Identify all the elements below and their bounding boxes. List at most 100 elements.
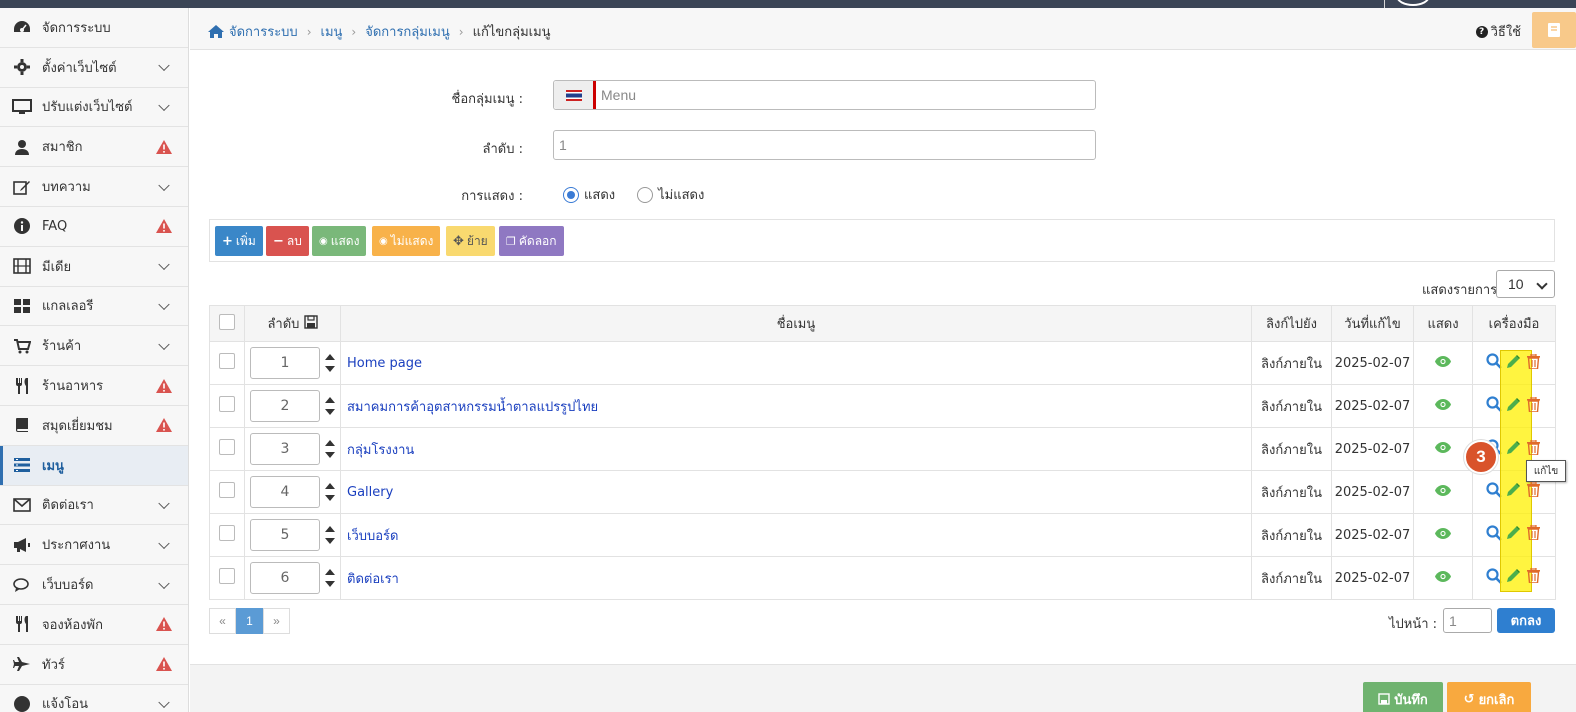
display-show-radio[interactable]: [563, 186, 579, 203]
page-current[interactable]: 1: [236, 608, 263, 634]
cancel-button[interactable]: ↺ ยกเลิก: [1447, 682, 1531, 712]
trash-icon[interactable]: [1527, 524, 1540, 541]
profile-icon[interactable]: [1396, 0, 1430, 6]
display-hide-radio[interactable]: [637, 186, 654, 203]
pencil-icon[interactable]: [1506, 354, 1521, 369]
thai-flag-icon[interactable]: [554, 81, 596, 109]
trash-icon[interactable]: [1527, 353, 1540, 370]
breadcrumb-system[interactable]: จัดการระบบ: [229, 21, 298, 42]
order-spinner[interactable]: [324, 354, 336, 372]
trash-icon[interactable]: [1527, 439, 1540, 456]
eye-icon[interactable]: [1435, 570, 1451, 586]
per-page-select[interactable]: 10: [1496, 270, 1555, 298]
order-spinner[interactable]: [324, 483, 336, 501]
order-spinner[interactable]: [324, 569, 336, 587]
caret-up-icon[interactable]: [325, 440, 335, 446]
sidebar-item[interactable]: มีเดีย: [0, 246, 188, 287]
hide-button[interactable]: ◉ ไม่แสดง: [372, 226, 441, 256]
sidebar-item[interactable]: ติดต่อเรา: [0, 485, 188, 526]
caret-up-icon[interactable]: [325, 354, 335, 360]
row-order-input[interactable]: 1: [250, 347, 320, 379]
sidebar-item[interactable]: เว็บบอร์ด: [0, 565, 188, 605]
save-icon[interactable]: [303, 315, 318, 329]
row-name-link[interactable]: สมาคมการค้าอุตสาหกรรมน้ำตาลแปรรูปไทย: [341, 400, 598, 415]
row-order-input[interactable]: 6: [250, 562, 320, 594]
sidebar-item[interactable]: สมาชิก: [0, 127, 188, 168]
sidebar-item[interactable]: ปรับแต่งเว็บไซต์: [0, 87, 188, 128]
help-link[interactable]: ? วิธีใช้: [1475, 21, 1521, 42]
pencil-icon[interactable]: [1506, 568, 1521, 583]
select-all-checkbox[interactable]: [219, 313, 235, 330]
add-button[interactable]: + เพิ่ม: [215, 226, 263, 256]
move-button[interactable]: ✥ ย้าย: [446, 226, 495, 256]
row-name-link[interactable]: Home page: [341, 356, 422, 371]
trash-icon[interactable]: [1527, 481, 1540, 498]
sidebar-item[interactable]: ร้านค้า: [0, 326, 188, 367]
order-field[interactable]: 1: [553, 130, 1096, 160]
sidebar-item[interactable]: ประกาศงาน: [0, 525, 188, 566]
trash-icon[interactable]: [1527, 396, 1540, 413]
pencil-icon[interactable]: [1506, 440, 1521, 455]
breadcrumb-manage-groups[interactable]: จัดการกลุ่มเมนู: [365, 21, 450, 42]
sidebar-item[interactable]: FAQ: [0, 206, 188, 247]
eye-icon[interactable]: [1435, 527, 1451, 543]
eye-icon[interactable]: [1435, 355, 1451, 371]
save-button[interactable]: บันทึก: [1363, 682, 1443, 712]
show-button[interactable]: ◉ แสดง: [312, 226, 367, 256]
order-spinner[interactable]: [324, 526, 336, 544]
sidebar-item[interactable]: แกลเลอรี: [0, 286, 188, 327]
row-checkbox[interactable]: [219, 439, 235, 455]
sidebar-item[interactable]: แจ้งโอน: [0, 684, 188, 712]
caret-up-icon[interactable]: [325, 569, 335, 575]
row-name-link[interactable]: เว็บบอร์ด: [341, 529, 398, 544]
row-order-input[interactable]: 4: [250, 476, 320, 508]
row-name-link[interactable]: Gallery: [341, 485, 393, 500]
row-checkbox[interactable]: [219, 568, 235, 584]
row-checkbox[interactable]: [219, 396, 235, 412]
caret-down-icon[interactable]: [325, 581, 335, 587]
caret-down-icon[interactable]: [325, 409, 335, 415]
notes-button[interactable]: [1532, 12, 1576, 48]
sidebar-item[interactable]: ร้านอาหาร: [0, 366, 188, 406]
group-name-field[interactable]: Menu: [553, 80, 1096, 110]
goto-button[interactable]: ตกลง: [1497, 608, 1555, 633]
row-name-link[interactable]: ติดต่อเรา: [341, 572, 399, 587]
sidebar-item[interactable]: บทความ: [0, 167, 188, 207]
home-icon[interactable]: [207, 24, 225, 39]
sidebar-item[interactable]: ทัวร์: [0, 644, 188, 685]
pencil-icon[interactable]: [1506, 482, 1521, 497]
pencil-icon[interactable]: [1506, 397, 1521, 412]
row-name-link[interactable]: กลุ่มโรงงาน: [341, 443, 414, 458]
row-order-input[interactable]: 3: [250, 433, 320, 465]
row-order-input[interactable]: 2: [250, 390, 320, 422]
page-prev[interactable]: «: [209, 608, 236, 634]
copy-button[interactable]: ❐ คัดลอก: [499, 226, 564, 256]
order-spinner[interactable]: [324, 397, 336, 415]
eye-icon[interactable]: [1435, 441, 1451, 457]
sidebar-item[interactable]: จัดการระบบ: [0, 8, 188, 48]
eye-icon[interactable]: [1435, 398, 1451, 414]
order-spinner[interactable]: [324, 440, 336, 458]
caret-down-icon[interactable]: [325, 366, 335, 372]
pencil-icon[interactable]: [1506, 525, 1521, 540]
row-checkbox[interactable]: [219, 353, 235, 369]
sidebar-item[interactable]: เมนู: [0, 445, 188, 486]
page-next[interactable]: »: [263, 608, 290, 634]
breadcrumb-menu[interactable]: เมนู: [321, 21, 343, 42]
row-order-input[interactable]: 5: [250, 519, 320, 551]
caret-up-icon[interactable]: [325, 526, 335, 532]
eye-icon[interactable]: [1435, 484, 1451, 500]
goto-input[interactable]: 1: [1443, 608, 1492, 633]
caret-down-icon[interactable]: [325, 538, 335, 544]
row-checkbox[interactable]: [219, 525, 235, 541]
delete-button[interactable]: − ลบ: [266, 226, 309, 256]
caret-up-icon[interactable]: [325, 397, 335, 403]
row-checkbox[interactable]: [219, 482, 235, 498]
trash-icon[interactable]: [1527, 567, 1540, 584]
sidebar-item[interactable]: สมุดเยี่ยมชม: [0, 405, 188, 446]
sidebar-item[interactable]: ตั้งค่าเว็บไซต์: [0, 47, 188, 88]
caret-down-icon[interactable]: [325, 495, 335, 501]
caret-up-icon[interactable]: [325, 483, 335, 489]
sidebar-item[interactable]: จองห้องพัก: [0, 604, 188, 645]
caret-down-icon[interactable]: [325, 452, 335, 458]
